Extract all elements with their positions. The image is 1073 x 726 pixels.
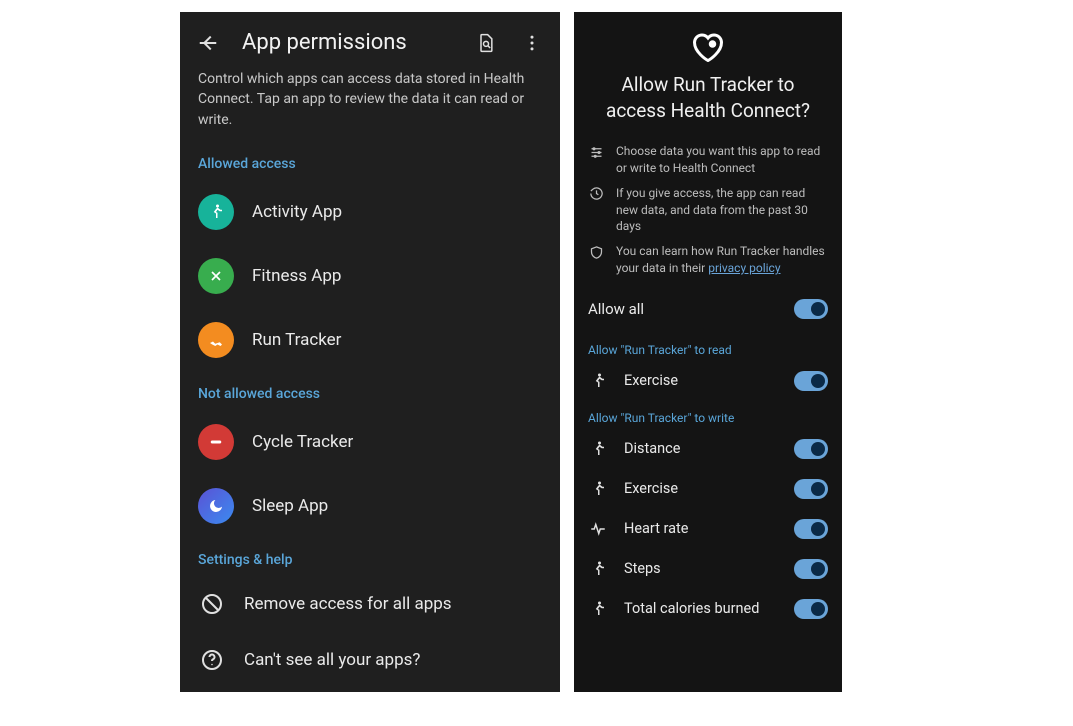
perm-toggle[interactable] <box>794 599 828 619</box>
more-icon[interactable] <box>520 31 544 55</box>
search-in-page-icon[interactable] <box>474 31 498 55</box>
section-not-allowed-label: Not allowed access <box>180 372 560 410</box>
privacy-policy-link[interactable]: privacy policy <box>708 261 780 275</box>
app-label: Fitness App <box>252 266 341 286</box>
perm-toggle[interactable] <box>794 371 828 391</box>
sleep-app-icon <box>198 488 234 524</box>
allow-all-toggle[interactable] <box>794 299 828 319</box>
page-description: Control which apps can access data store… <box>180 69 560 142</box>
perm-row-exercise-read: Exercise <box>574 361 842 401</box>
running-icon <box>588 559 608 579</box>
app-row-cycle-tracker[interactable]: Cycle Tracker <box>180 410 560 474</box>
info-row-privacy: You can learn how Run Tracker handles yo… <box>588 239 828 281</box>
perm-toggle[interactable] <box>794 439 828 459</box>
running-icon <box>588 371 608 391</box>
history-icon <box>588 186 604 202</box>
app-row-sleep-app[interactable]: Sleep App <box>180 474 560 538</box>
perm-toggle[interactable] <box>794 519 828 539</box>
perm-toggle[interactable] <box>794 479 828 499</box>
info-text: You can learn how Run Tracker handles yo… <box>616 243 828 277</box>
perm-toggle[interactable] <box>794 559 828 579</box>
permission-header: Allow Run Tracker to access Health Conne… <box>574 12 842 281</box>
perm-label: Total calories burned <box>624 600 778 617</box>
back-icon[interactable] <box>196 31 220 55</box>
cant-see-apps-row[interactable]: Can't see all your apps? <box>180 632 560 688</box>
write-section-label: Allow "Run Tracker" to write <box>574 401 842 429</box>
block-icon <box>198 590 226 618</box>
app-row-activity[interactable]: Activity App <box>180 180 560 244</box>
running-icon <box>588 599 608 619</box>
read-section-label: Allow "Run Tracker" to read <box>574 333 842 361</box>
info-row-choose: Choose data you want this app to read or… <box>588 139 828 181</box>
perm-row-steps: Steps <box>574 549 842 589</box>
info-text: Choose data you want this app to read or… <box>616 143 828 177</box>
health-connect-logo-icon <box>588 26 828 72</box>
fitness-app-icon <box>198 258 234 294</box>
perm-label: Heart rate <box>624 520 778 537</box>
info-text: If you give access, the app can read new… <box>616 185 828 235</box>
perm-row-heart-rate: Heart rate <box>574 509 842 549</box>
cycle-tracker-app-icon <box>198 424 234 460</box>
app-label: Sleep App <box>252 496 328 516</box>
heart-rate-icon <box>588 519 608 539</box>
allow-all-row: Allow all <box>574 281 842 333</box>
remove-access-row[interactable]: Remove access for all apps <box>180 576 560 632</box>
sliders-icon <box>588 144 604 160</box>
app-label: Run Tracker <box>252 330 341 350</box>
section-settings-label: Settings & help <box>180 538 560 576</box>
perm-label: Exercise <box>624 372 778 389</box>
app-label: Activity App <box>252 202 342 222</box>
perm-label: Exercise <box>624 480 778 497</box>
app-label: Cycle Tracker <box>252 432 353 452</box>
activity-app-icon <box>198 194 234 230</box>
info-row-history: If you give access, the app can read new… <box>588 181 828 239</box>
header-bar: App permissions <box>180 12 560 69</box>
permission-title: Allow Run Tracker to access Health Conne… <box>588 72 828 139</box>
perm-label: Steps <box>624 560 778 577</box>
shield-icon <box>588 244 604 260</box>
perm-row-calories: Total calories burned <box>574 589 842 629</box>
help-icon <box>198 646 226 674</box>
run-tracker-app-icon <box>198 322 234 358</box>
app-row-fitness[interactable]: Fitness App <box>180 244 560 308</box>
settings-item-label: Can't see all your apps? <box>244 650 420 670</box>
perm-row-distance: Distance <box>574 429 842 469</box>
section-allowed-label: Allowed access <box>180 142 560 180</box>
screen-app-permissions: App permissions Control which apps can a… <box>180 12 560 692</box>
running-icon <box>588 439 608 459</box>
perm-row-exercise-write: Exercise <box>574 469 842 509</box>
settings-item-label: Remove access for all apps <box>244 594 452 614</box>
page-title: App permissions <box>242 30 452 55</box>
allow-all-label: Allow all <box>588 300 644 318</box>
perm-label: Distance <box>624 440 778 457</box>
app-row-run-tracker[interactable]: Run Tracker <box>180 308 560 372</box>
running-icon <box>588 479 608 499</box>
screen-permission-request: Allow Run Tracker to access Health Conne… <box>574 12 842 692</box>
